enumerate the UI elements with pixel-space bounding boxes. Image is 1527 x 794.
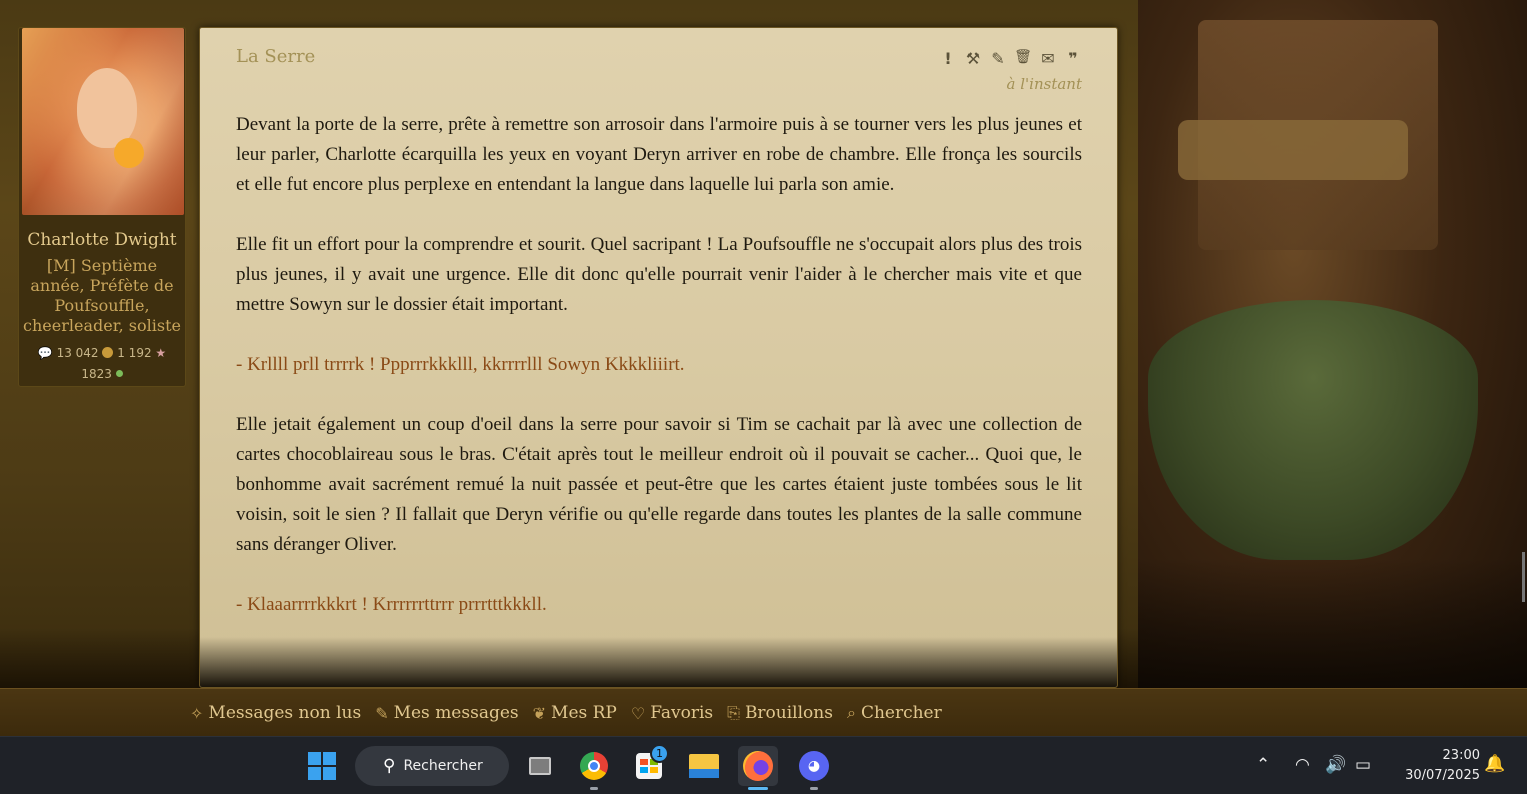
forum-bottom-nav: ✧ Messages non lus ✎ Mes messages ❦ Mes RP …: [0, 688, 1527, 736]
store-taskbar-button[interactable]: 1: [629, 744, 669, 786]
pen-icon: ✎: [375, 703, 389, 723]
post-paragraph: Devant la porte de la serre, prête à rem…: [236, 114, 1082, 195]
drafts-icon: ⎘: [727, 703, 740, 722]
floor-shadow: [1138, 558, 1527, 688]
feather-icon: ❦: [532, 703, 547, 723]
trash-icon[interactable]: 🗑: [1014, 49, 1032, 68]
star-icon: ★: [155, 346, 167, 360]
message-count: 13 042: [56, 346, 99, 360]
speech-bubble-icon: 💬: [37, 346, 53, 360]
active-indicator: [748, 787, 768, 790]
nav-my-rp[interactable]: ❦ Mes RP: [533, 703, 617, 723]
running-indicator: [810, 787, 818, 790]
notifications-icon[interactable]: 🔔: [1484, 754, 1505, 774]
nav-unread-messages[interactable]: ✧ Messages non lus: [190, 703, 361, 723]
taskbar-search-label: Rechercher: [403, 758, 483, 774]
post-body: Devant la porte de la serre, prête à rem…: [236, 110, 1082, 650]
author-profile-card: Charlotte Dwight [M] Septième année, Pré…: [18, 27, 186, 387]
avatar-face: [77, 68, 137, 148]
chair-seat-illustration: [1178, 120, 1408, 180]
chevron-up-icon[interactable]: ⌃: [1256, 755, 1270, 775]
windows-logo-icon: [308, 752, 336, 780]
coin-icon: [102, 347, 114, 358]
chrome-taskbar-button[interactable]: [574, 746, 614, 790]
discord-icon: ◕: [799, 751, 829, 781]
quote-icon[interactable]: ❞: [1064, 49, 1082, 68]
post-title[interactable]: La Serre: [236, 46, 315, 67]
post-timestamp[interactable]: à l'instant: [1007, 75, 1082, 93]
post-card: La Serre ! ⚒ ✎ 🗑 ✉ ❞ à l'instant Devant …: [199, 27, 1118, 688]
volume-icon[interactable]: 🔊: [1325, 755, 1346, 775]
envelope-icon[interactable]: ✉: [1039, 49, 1057, 68]
clock-time: 23:00: [1442, 748, 1480, 763]
taskbar-search[interactable]: ⚲ Rechercher: [355, 746, 509, 786]
author-stats: 💬 13 042 1 192 ★ 1823: [19, 343, 185, 385]
nav-label: Messages non lus: [208, 703, 362, 723]
clock-date: 30/07/2025: [1405, 768, 1480, 783]
heart-icon: ♡: [630, 703, 646, 723]
file-explorer-taskbar-button[interactable]: [684, 746, 724, 786]
scrollbar-thumb[interactable]: [1522, 552, 1525, 602]
decor-background-image: [1138, 0, 1527, 688]
discord-taskbar-button[interactable]: ◕: [794, 746, 834, 790]
start-button[interactable]: [302, 746, 342, 786]
online-status-icon: [115, 370, 123, 377]
task-view-button[interactable]: [520, 746, 560, 786]
wifi-icon[interactable]: ◠: [1295, 755, 1310, 775]
notification-badge: 1: [650, 744, 669, 763]
firefox-icon: [743, 751, 773, 781]
pouf-illustration: [1148, 300, 1478, 560]
avatar[interactable]: [22, 28, 184, 215]
post-toolbar: ! ⚒ ✎ 🗑 ✉ ❞: [939, 49, 1082, 68]
author-name[interactable]: Charlotte Dwight: [19, 230, 185, 250]
folder-icon: [689, 754, 719, 778]
nav-label: Chercher: [860, 703, 942, 723]
author-title: [M] Septième année, Préfète de Poufsouff…: [23, 256, 181, 335]
avatar-orange: [114, 138, 144, 168]
hammer-icon[interactable]: ⚒: [964, 49, 982, 68]
points-count: 1823: [81, 367, 112, 381]
post-paragraph: Elle jetait également un coup d'oeil dan…: [236, 414, 1082, 555]
search-icon: ⌕: [846, 703, 856, 722]
nav-drafts[interactable]: ⎘ Brouillons: [727, 703, 833, 723]
sparkle-icon: ✧: [190, 703, 204, 723]
search-icon: ⚲: [383, 756, 396, 776]
post-dialog-line: - Klaaarrrrkkkrt ! Krrrrrrttrrr prrrtttk…: [236, 594, 547, 615]
pencil-icon[interactable]: ✎: [989, 49, 1007, 68]
chrome-icon: [580, 752, 608, 780]
nav-label: Brouillons: [744, 703, 833, 723]
nav-search[interactable]: ⌕ Chercher: [847, 703, 942, 723]
post-dialog-line: - Krllll prll trrrrk ! Ppprrrkkklll, kkr…: [236, 354, 685, 375]
coin-count: 1 192: [117, 346, 152, 360]
nav-label: Mes RP: [551, 703, 617, 723]
nav-favorites[interactable]: ♡ Favoris: [631, 703, 713, 723]
exclamation-icon[interactable]: !: [939, 49, 957, 68]
nav-label: Mes messages: [393, 703, 519, 723]
running-indicator: [590, 787, 598, 790]
nav-label: Favoris: [650, 703, 714, 723]
firefox-taskbar-button[interactable]: [738, 746, 778, 790]
post-paragraph: Elle fit un effort pour la comprendre et…: [236, 234, 1082, 315]
windows-taskbar: ⚲ Rechercher 1 ◕ ⌃ ◠ 🔊 ▭ 23:00 30/07/202…: [0, 736, 1527, 794]
nav-my-messages[interactable]: ✎ Mes messages: [375, 703, 518, 723]
battery-icon[interactable]: ▭: [1355, 755, 1371, 775]
taskbar-clock[interactable]: 23:00 30/07/2025: [1390, 746, 1480, 786]
task-view-icon: [529, 757, 551, 775]
